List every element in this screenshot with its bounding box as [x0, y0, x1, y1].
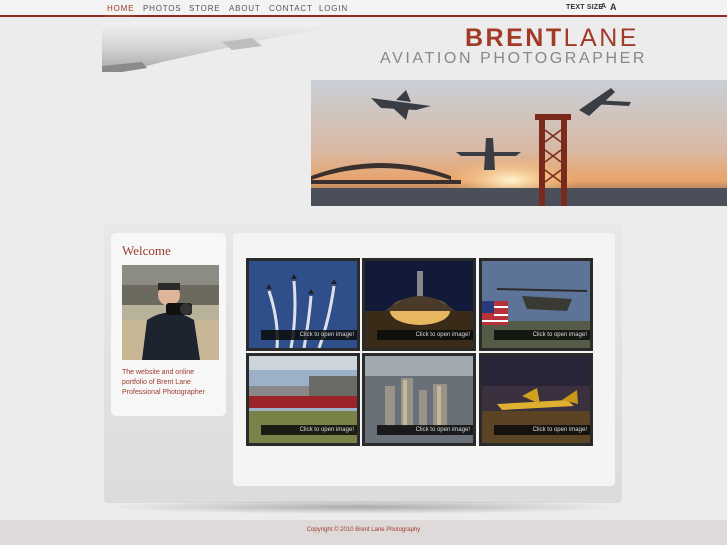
text-size-large-button[interactable]: A — [610, 2, 617, 12]
welcome-title: Welcome — [122, 243, 171, 258]
top-navigation: HOME PHOTOS STORE ABOUT CONTACT LOGIN TE… — [0, 0, 727, 17]
gallery-thumbnail-1[interactable]: Click to open image! — [246, 258, 360, 351]
gallery-thumbnail-3[interactable]: Click to open image! — [479, 258, 593, 351]
copyright-text: Copyright © 2010 Brent Lane Photography — [306, 527, 421, 533]
thumbnail-caption: Click to open image! — [377, 425, 473, 435]
logo-last-name: LANE — [563, 24, 639, 52]
nav-about[interactable]: ABOUT — [229, 4, 261, 13]
gallery-thumbnail-5[interactable]: Click to open image! — [362, 353, 476, 446]
gallery-thumbnail-6[interactable]: Click to open image! — [479, 353, 593, 446]
gallery-thumbnail-4[interactable]: Click to open image! — [246, 353, 360, 446]
nav-login[interactable]: LOGIN — [319, 4, 348, 13]
text-size-label: TEXT SIZE — [566, 4, 604, 11]
site-logo[interactable]: BRENTLANE — [465, 24, 639, 53]
active-nav-indicator — [104, 15, 134, 17]
hero-banner-image — [311, 80, 727, 206]
airplane-wing-image — [102, 22, 322, 72]
photographer-portrait — [122, 265, 219, 360]
panel-shadow — [104, 500, 622, 514]
thumbnail-caption: Click to open image! — [377, 330, 473, 340]
thumbnail-caption: Click to open image! — [494, 425, 590, 435]
thumbnail-caption: Click to open image! — [261, 330, 357, 340]
welcome-text: The website and online portfolio of Bren… — [122, 369, 205, 396]
nav-home[interactable]: HOME — [107, 4, 134, 13]
nav-photos[interactable]: PHOTOS — [143, 4, 181, 13]
nav-store[interactable]: STORE — [189, 4, 220, 13]
gallery-thumbnail-2[interactable]: Click to open image! — [362, 258, 476, 351]
nav-contact[interactable]: CONTACT — [269, 4, 313, 13]
thumbnail-caption: Click to open image! — [494, 330, 590, 340]
logo-first-name: BRENT — [465, 24, 564, 52]
site-tagline: AVIATION PHOTOGRAPHER — [380, 50, 648, 67]
thumbnail-caption: Click to open image! — [261, 425, 357, 435]
text-size-small-button[interactable]: A — [601, 3, 606, 10]
